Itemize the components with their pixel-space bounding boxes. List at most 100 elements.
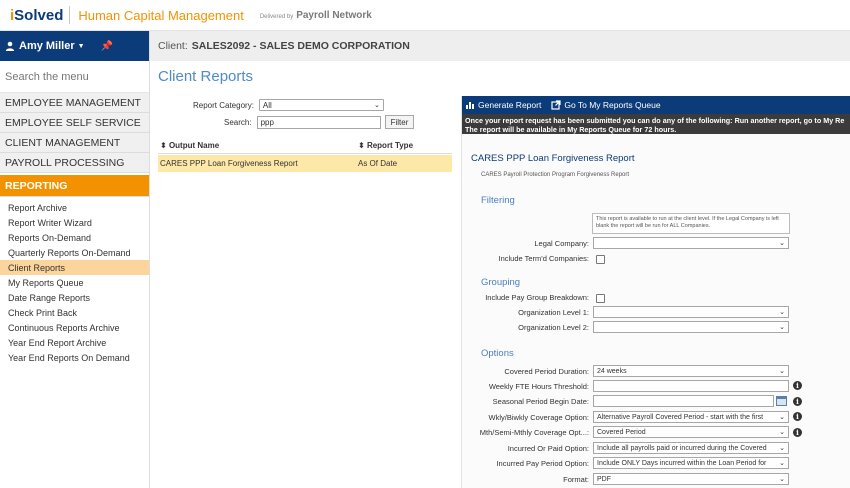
chevron-down-icon: ⌄ (777, 459, 785, 467)
info-icon[interactable]: i (793, 428, 802, 437)
delivered-by: Delivered by Payroll Network (260, 10, 372, 21)
report-category-row: Report Category: All ⌄ (193, 99, 384, 111)
seasonal-period-input[interactable] (593, 395, 774, 407)
submenu-reports-on-demand[interactable]: Reports On-Demand (0, 230, 149, 245)
grouping-heading: Grouping (481, 277, 521, 288)
info-icon[interactable]: i (793, 397, 802, 406)
client-name: SALES2092 - SALES DEMO CORPORATION (191, 40, 410, 52)
go-to-queue-label: Go To My Reports Queue (564, 100, 661, 110)
fte-threshold-label: Weekly FTE Hours Threshold: (488, 382, 589, 391)
user-menu[interactable]: Amy Miller ▼ 📌 (0, 31, 149, 61)
report-title: CARES PPP Loan Forgiveness Report (471, 153, 635, 164)
results-header: ⬍ Output Name ⬍ Report Type (158, 138, 452, 154)
filtering-note: This report is available to run at the c… (592, 213, 790, 234)
org-level-2-select[interactable]: ⌄ (593, 321, 789, 333)
legal-company-select[interactable]: ⌄ (593, 237, 789, 249)
incurred-pay-period-select[interactable]: Include ONLY Days incurred within the Lo… (593, 457, 789, 469)
submenu-quarterly-reports[interactable]: Quarterly Reports On-Demand (0, 245, 149, 260)
pin-icon[interactable]: 📌 (101, 41, 113, 52)
client-label: Client: (158, 40, 188, 52)
col-output-label: Output Name (168, 141, 220, 150)
chevron-down-icon: ⌄ (777, 413, 785, 421)
filtering-heading: Filtering (481, 195, 515, 206)
search-label: Search: (224, 117, 252, 127)
info-icon[interactable]: i (793, 381, 802, 390)
mth-coverage-value: Covered Period (597, 428, 646, 436)
top-header: i Solved Human Capital Management Deliver… (0, 0, 850, 31)
incurred-or-paid-select[interactable]: Include all payrolls paid or incurred du… (593, 442, 789, 454)
include-pay-group-checkbox[interactable] (596, 294, 605, 303)
submenu-continuous-reports-archive[interactable]: Continuous Reports Archive (0, 320, 149, 335)
incurred-pay-period-label: Incurred Pay Period Option: (496, 459, 589, 468)
include-termd-checkbox[interactable] (596, 255, 605, 264)
search-row: Search: ppp Filter (224, 115, 415, 129)
incurred-or-paid-label: Incurred Or Paid Option: (507, 444, 589, 453)
submenu-client-reports[interactable]: Client Reports (0, 260, 149, 275)
col-output-name[interactable]: ⬍ Output Name (158, 141, 358, 150)
client-bar: Client: SALES2092 - SALES DEMO CORPORATI… (150, 31, 850, 61)
notice-line-2: The report will be available in My Repor… (465, 125, 677, 134)
submenu-date-range-reports[interactable]: Date Range Reports (0, 290, 149, 305)
org-level-1-select[interactable]: ⌄ (593, 306, 789, 318)
mth-coverage-select[interactable]: Covered Period ⌄ (593, 426, 789, 438)
table-row[interactable]: CARES PPP Loan Forgiveness Report As Of … (158, 155, 452, 172)
wkly-coverage-label: Wkly/Biwkly Coverage Option: (488, 413, 589, 422)
info-icon[interactable]: i (793, 412, 802, 421)
external-link-icon (551, 100, 561, 110)
org-level-1-label: Organization Level 1: (518, 308, 589, 317)
user-name: Amy Miller (19, 40, 75, 52)
report-icon (466, 102, 474, 109)
include-termd-label: Include Term'd Companies: (498, 254, 589, 263)
delivered-by-label: Delivered by (259, 13, 294, 20)
chevron-down-icon: ⌄ (777, 367, 785, 375)
wkly-coverage-select[interactable]: Alternative Payroll Covered Period - sta… (593, 411, 789, 423)
submenu-report-writer-wizard[interactable]: Report Writer Wizard (0, 215, 149, 230)
chevron-down-icon: ⌄ (777, 444, 785, 452)
covered-period-select[interactable]: 24 weeks ⌄ (593, 365, 789, 377)
menu-reporting[interactable]: REPORTING (0, 175, 149, 197)
notice-line-1: Once your report request has been submit… (465, 116, 845, 125)
chevron-down-icon: ⌄ (777, 475, 785, 483)
menu-client-management[interactable]: CLIENT MANAGEMENT (0, 133, 149, 153)
row-report-type: As Of Date (358, 159, 398, 168)
user-icon (5, 41, 15, 51)
chevron-down-icon: ⌄ (374, 102, 380, 109)
menu-search-input[interactable]: Search the menu (0, 61, 149, 93)
chevron-down-icon: ⌄ (777, 239, 785, 247)
menu-payroll-processing[interactable]: PAYROLL PROCESSING (0, 153, 149, 173)
filter-button[interactable]: Filter (384, 115, 415, 129)
sidebar: Amy Miller ▼ 📌 Search the menu EMPLOYEE … (0, 31, 150, 488)
fte-threshold-input[interactable] (593, 380, 789, 392)
incurred-or-paid-value: Include all payrolls paid or incurred du… (597, 444, 767, 452)
submenu-check-print-back[interactable]: Check Print Back (0, 305, 149, 320)
sort-icon: ⬍ (358, 141, 365, 150)
wkly-coverage-value: Alternative Payroll Covered Period - sta… (597, 413, 764, 421)
submenu-report-archive[interactable]: Report Archive (0, 200, 149, 215)
report-category-select[interactable]: All ⌄ (258, 99, 384, 111)
chevron-down-icon: ⌄ (777, 308, 785, 316)
go-to-queue-button[interactable]: Go To My Reports Queue (551, 100, 661, 110)
covered-period-value: 24 weeks (597, 367, 627, 375)
mth-coverage-label: Mth/Semi-Mthly Coverage Opt...: (479, 428, 589, 437)
report-category-value: All (262, 100, 272, 110)
format-select[interactable]: PDF ⌄ (593, 473, 789, 485)
chevron-down-icon: ⌄ (777, 428, 785, 436)
isolved-logo[interactable]: i Solved (10, 7, 63, 24)
report-description: CARES Payroll Protection Program Forgive… (481, 172, 630, 178)
calendar-icon[interactable] (776, 396, 787, 406)
submission-notice: Once your report request has been submit… (462, 114, 850, 134)
report-detail-panel: Generate Report Go To My Reports Queue O… (461, 96, 850, 488)
col-report-type[interactable]: ⬍ Report Type (358, 141, 452, 150)
sort-icon: ⬍ (160, 141, 167, 150)
chevron-down-icon: ▼ (77, 42, 85, 50)
submenu-year-end-report-archive[interactable]: Year End Report Archive (0, 335, 149, 350)
search-input[interactable]: ppp (256, 115, 381, 129)
submenu-year-end-reports-on-demand[interactable]: Year End Reports On Demand (0, 350, 149, 365)
reporting-submenu: Report Archive Report Writer Wizard Repo… (0, 197, 149, 365)
menu-employee-self-service[interactable]: EMPLOYEE SELF SERVICE (0, 113, 149, 133)
menu-employee-management[interactable]: EMPLOYEE MANAGEMENT (0, 93, 149, 113)
generate-report-button[interactable]: Generate Report (465, 100, 541, 110)
options-heading: Options (481, 348, 514, 359)
submenu-my-reports-queue[interactable]: My Reports Queue (0, 275, 149, 290)
report-toolbar: Generate Report Go To My Reports Queue (462, 96, 850, 114)
